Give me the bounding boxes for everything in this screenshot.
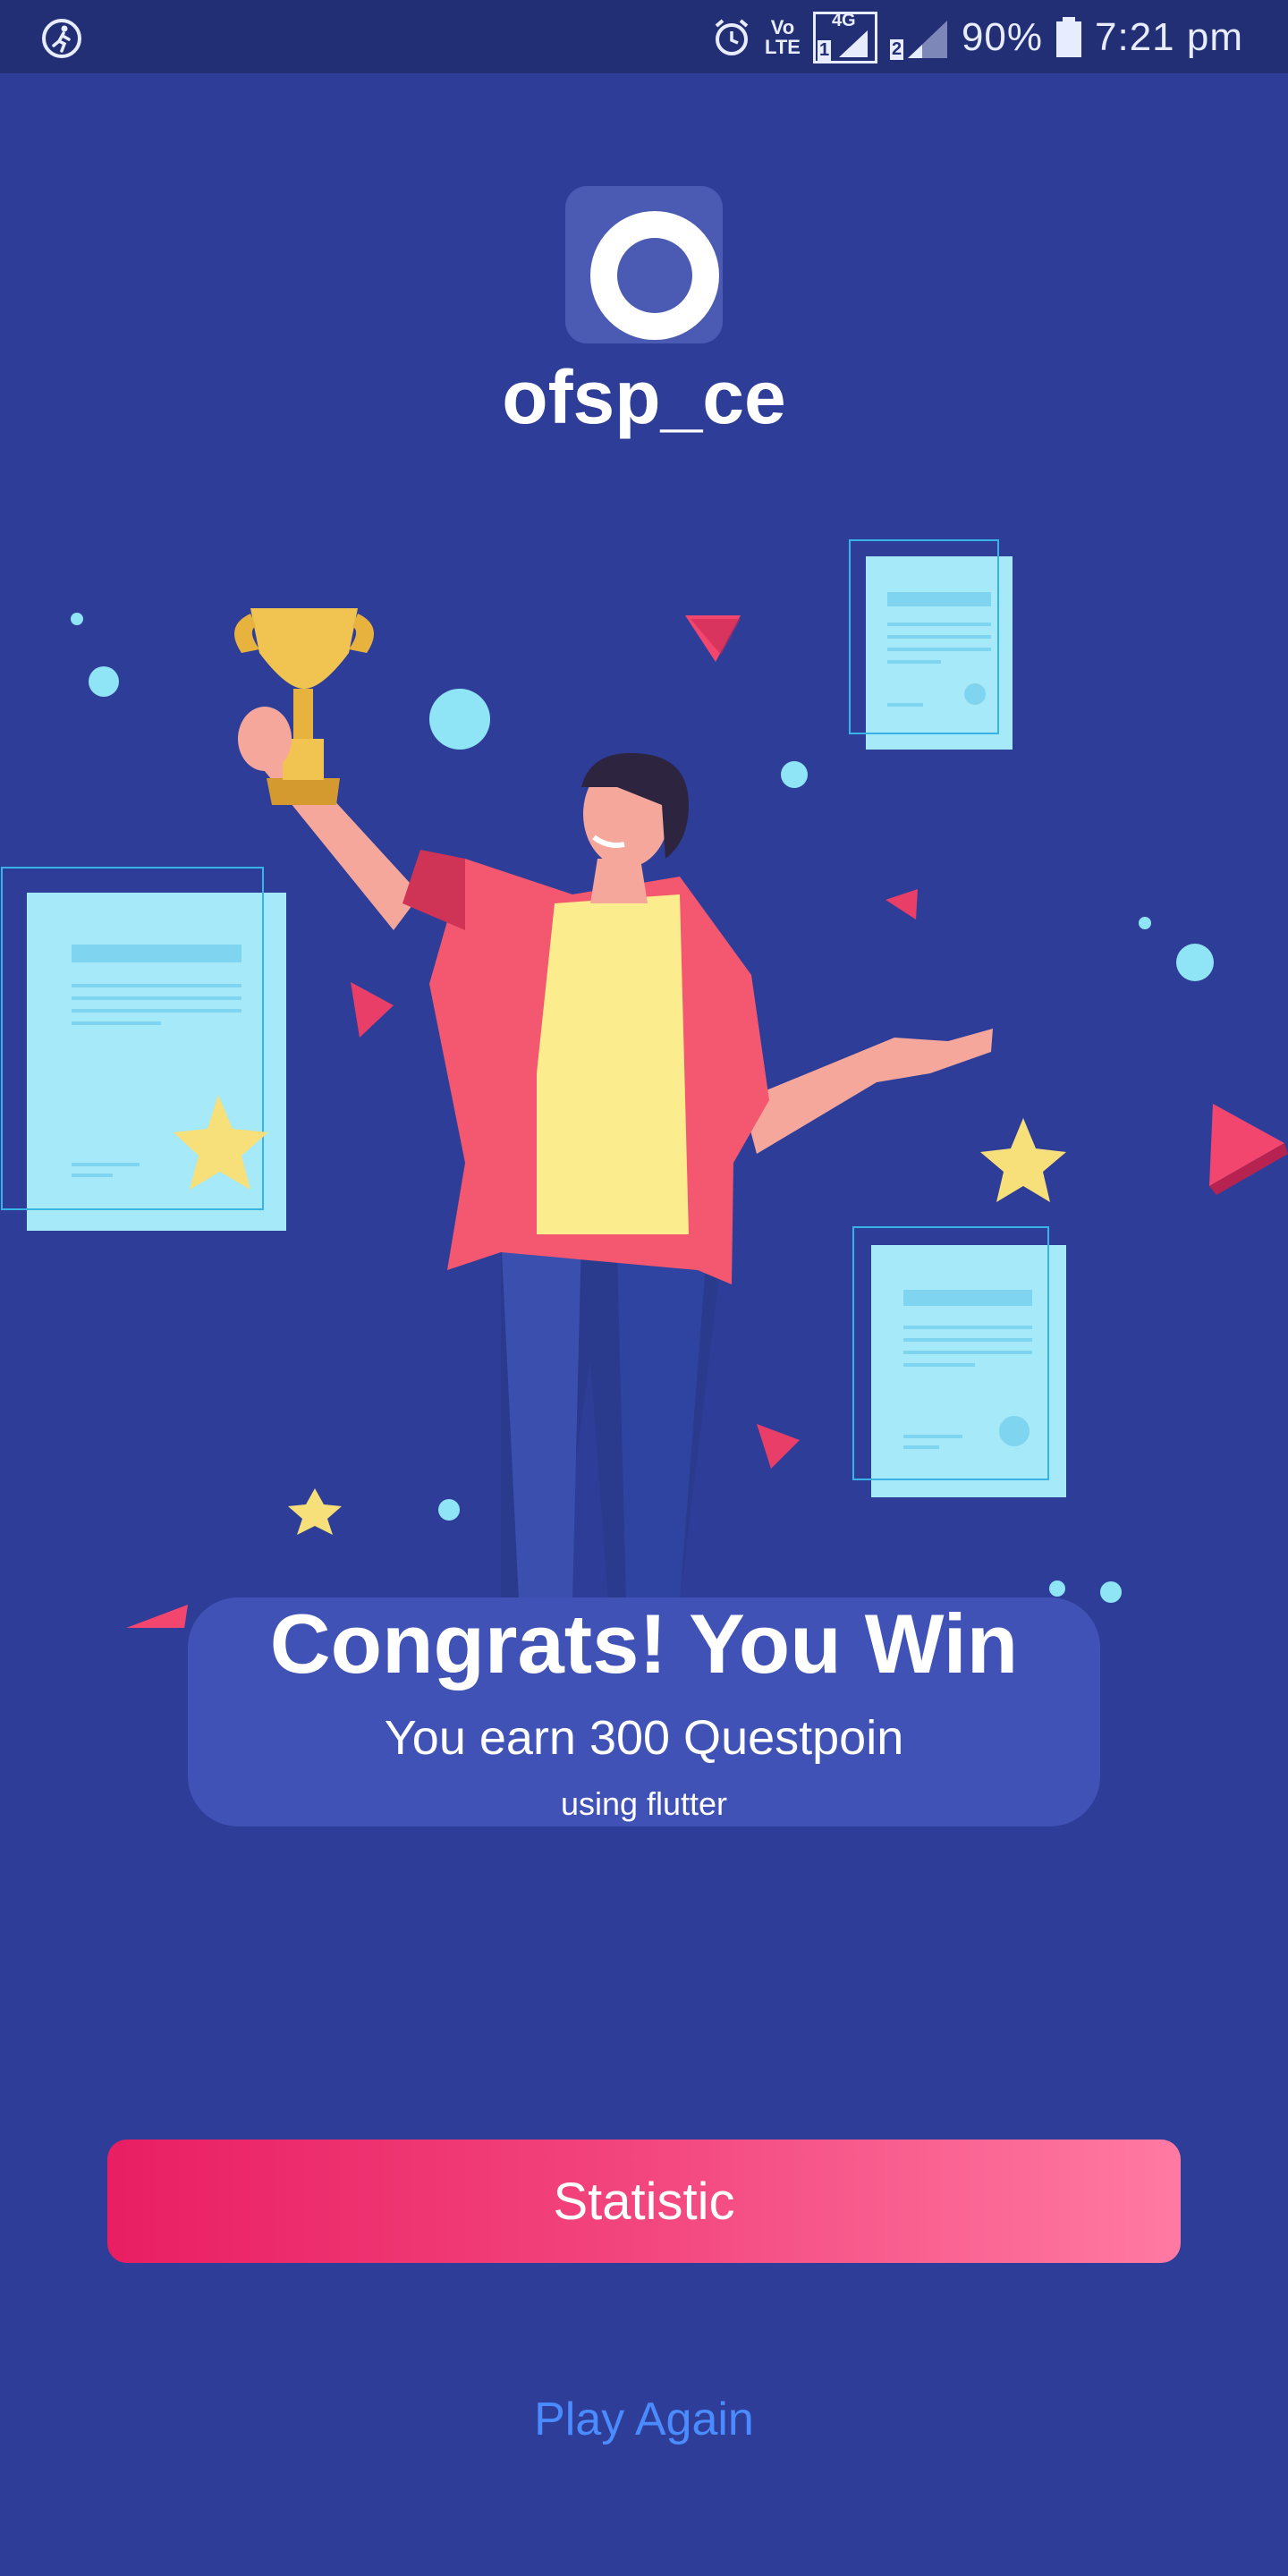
result-title: Congrats! You Win — [269, 1597, 1019, 1690]
alarm-icon — [715, 19, 749, 55]
result-note: using flutter — [560, 1785, 728, 1822]
status-bar: Vo LTE 4G 1 2 90% 7:21 pm — [0, 0, 1288, 73]
document-top-right — [849, 539, 1013, 750]
logo-ring-icon — [590, 211, 719, 340]
signal-weak-icon — [907, 21, 947, 58]
battery-icon — [1056, 17, 1082, 57]
volte-line2: LTE — [765, 36, 801, 58]
volte-indicator: Vo LTE — [765, 18, 801, 57]
trophy-icon — [234, 608, 374, 805]
clock: 7:21 pm — [1095, 15, 1243, 59]
play-again-button[interactable]: Play Again — [465, 2379, 823, 2460]
winner-illustration — [1, 539, 1288, 1628]
document-bottom-right — [852, 1226, 1066, 1497]
volte-line1: Vo — [770, 16, 795, 38]
signal-icon — [838, 30, 868, 57]
app-logo — [565, 186, 723, 343]
activity-runner-icon — [42, 19, 81, 58]
sim2-number: 2 — [889, 39, 904, 60]
app-name: ofsp_ce — [502, 355, 786, 439]
sim1-number: 1 — [817, 40, 832, 61]
statistic-button[interactable]: Statistic — [107, 2140, 1181, 2263]
sim2-signal: 2 — [889, 15, 949, 60]
result-subtitle: You earn 300 Questpoin — [384, 1711, 904, 1765]
battery-percent: 90% — [961, 15, 1044, 59]
sim1-signal: 4G 1 — [812, 11, 877, 64]
